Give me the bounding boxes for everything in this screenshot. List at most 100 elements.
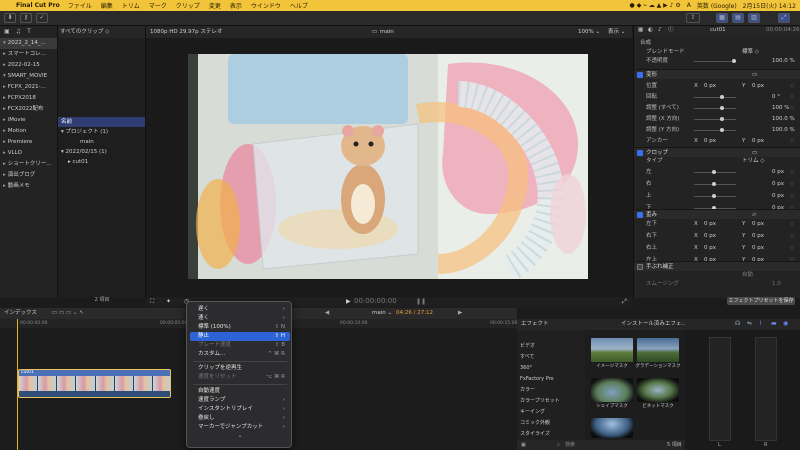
- stabilize-checkbox[interactable]: [637, 264, 643, 270]
- blend-mode-select[interactable]: 標準 ◇: [742, 48, 759, 57]
- menu-view[interactable]: 表示: [230, 1, 242, 10]
- browser-row-date[interactable]: ▾ 2022/02/15 (1): [58, 147, 145, 157]
- disclosure-icon[interactable]: ▸: [3, 161, 6, 167]
- library-item[interactable]: ▸ Motion: [0, 126, 57, 137]
- library-item[interactable]: ▾ SMART_MOVIE: [0, 71, 57, 82]
- effect-thumb-gradient-mask[interactable]: [637, 338, 679, 362]
- menu-help[interactable]: ヘルプ: [290, 1, 308, 10]
- ime-indicator[interactable]: A: [687, 2, 691, 9]
- crop-section[interactable]: クロップ ▭: [634, 147, 800, 157]
- row-value[interactable]: 0 px: [772, 192, 784, 201]
- distort-overlay-icon[interactable]: ▱: [752, 210, 756, 220]
- disclosure-icon[interactable]: ▸: [3, 128, 6, 134]
- library-tab-icon[interactable]: ▣: [4, 28, 10, 36]
- fullscreen-icon[interactable]: ⤢: [778, 13, 790, 23]
- transform-overlay-icon[interactable]: ▭: [752, 70, 757, 80]
- library-item[interactable]: ▸ FCX2022配布: [0, 104, 57, 115]
- row-slider[interactable]: [694, 117, 736, 121]
- effects-category[interactable]: コミック外観: [517, 418, 585, 429]
- sidebar-toggle-icon[interactable]: ▣: [521, 440, 526, 450]
- keyframe-icon[interactable]: ◇: [790, 244, 794, 253]
- library-item[interactable]: ▾ 2022_2_14_...: [0, 38, 57, 49]
- solo-icon[interactable]: ◉: [783, 320, 788, 327]
- clip-filter[interactable]: すべてのクリップ ◇: [58, 26, 145, 38]
- save-effects-preset-button[interactable]: エフェクトプリセットを保存: [727, 297, 795, 305]
- effects-filter-select[interactable]: インストール済みエフェ... ⌄: [621, 319, 693, 330]
- effect-thumb-image-mask[interactable]: [591, 338, 633, 362]
- app-menu[interactable]: Final Cut Pro: [16, 2, 60, 9]
- x-value[interactable]: 0 px: [704, 82, 716, 91]
- disclosure-icon[interactable]: ▸: [3, 172, 6, 178]
- playhead[interactable]: [17, 319, 18, 450]
- row-slider[interactable]: [694, 128, 736, 132]
- y-value[interactable]: 0 px: [752, 82, 764, 91]
- disclosure-icon[interactable]: ▾: [3, 73, 6, 79]
- disclosure-icon[interactable]: ▸: [3, 51, 6, 57]
- menu-item[interactable]: 標準 (100%) ⇧ N: [190, 323, 290, 332]
- row-slider[interactable]: [694, 194, 736, 198]
- y-value[interactable]: 0 px: [752, 220, 764, 229]
- show-browser-icon[interactable]: ▦: [716, 13, 728, 23]
- audio-tab-icon[interactable]: ♪: [658, 26, 662, 35]
- stabilize-method[interactable]: 自動: [742, 271, 753, 280]
- row-slider[interactable]: [694, 182, 736, 186]
- timeline-index-button[interactable]: インデックス: [4, 308, 37, 319]
- menu-window[interactable]: ウインドウ: [251, 1, 281, 10]
- menu-clip[interactable]: クリップ: [176, 1, 200, 10]
- transform-tool-icon[interactable]: ⛶: [150, 298, 154, 306]
- library-item[interactable]: ▸ Premiere: [0, 137, 57, 148]
- fullscreen-viewer-icon[interactable]: ⤢: [622, 298, 627, 306]
- clip-skimming-icon[interactable]: ▬: [771, 320, 777, 327]
- menu-item[interactable]: 速く ›: [190, 314, 290, 323]
- y-value[interactable]: 0 px: [752, 137, 764, 146]
- keyframe-icon[interactable]: ◇: [790, 180, 794, 189]
- x-value[interactable]: 0 px: [704, 220, 716, 229]
- transform-checkbox[interactable]: [637, 72, 643, 78]
- effects-search-input[interactable]: 検索: [565, 440, 575, 450]
- disclosure-icon[interactable]: ▸: [3, 106, 6, 112]
- browser-row-cut01[interactable]: ▸ cut01: [58, 157, 145, 167]
- library-item[interactable]: ▸ スマートコレ...: [0, 49, 57, 60]
- distort-section[interactable]: 歪み ▱: [634, 209, 800, 219]
- x-value[interactable]: 0 px: [704, 244, 716, 253]
- menu-item[interactable]: 遅く ›: [190, 305, 290, 314]
- column-name-header[interactable]: 名前: [58, 117, 145, 127]
- crop-type-select[interactable]: トリム ◇: [742, 157, 764, 166]
- menu-trim[interactable]: トリム: [122, 1, 140, 10]
- menu-item[interactable]: 自動速度: [190, 387, 290, 396]
- keyframe-icon[interactable]: ◇: [790, 93, 794, 102]
- effects-category[interactable]: FxFactory Pro: [517, 374, 585, 385]
- row-value[interactable]: 0 px: [772, 168, 784, 177]
- menu-item[interactable]: クリップを逆再生: [190, 364, 290, 373]
- effects-category[interactable]: ビデオ: [517, 341, 585, 352]
- zoom-select[interactable]: 100% ⌄: [578, 26, 600, 38]
- info-tab-icon[interactable]: ⓘ: [668, 26, 674, 35]
- headphones-icon[interactable]: ☊: [735, 320, 740, 327]
- disclosure-icon[interactable]: ▸: [3, 95, 6, 101]
- keyframe-icon[interactable]: ◇: [790, 137, 794, 146]
- keyframe-icon[interactable]: ◇: [790, 220, 794, 229]
- menu-item[interactable]: マーカーでジャンプカット ›: [190, 423, 290, 432]
- clock[interactable]: 2月15日(火) 14:12: [743, 1, 796, 10]
- menu-scroll-down-icon[interactable]: ⌄: [187, 433, 293, 439]
- share-icon[interactable]: ⇪: [686, 13, 700, 23]
- back-icon[interactable]: ◀: [325, 308, 329, 319]
- input-source[interactable]: 英数 (Google): [697, 1, 737, 10]
- snapping-icon[interactable]: ⇋: [747, 320, 752, 327]
- effect-thumb-vignette-mask[interactable]: [637, 378, 679, 402]
- effects-category[interactable]: カラープリセット: [517, 396, 585, 407]
- opacity-slider[interactable]: [694, 59, 736, 63]
- y-value[interactable]: 0 px: [752, 244, 764, 253]
- row-value[interactable]: 100 %: [772, 104, 789, 113]
- library-item[interactable]: ▸ FCPX2018: [0, 93, 57, 104]
- show-timeline-icon[interactable]: ▤: [732, 13, 744, 23]
- effect-thumb-shape-mask[interactable]: [591, 378, 633, 402]
- effects-category[interactable]: カラー: [517, 385, 585, 396]
- keyframe-icon[interactable]: ◇: [790, 82, 794, 91]
- menu-item[interactable]: カスタム... ^ ⌘ R: [190, 350, 290, 359]
- status-icons[interactable]: ● ◆ ⌁ ☁ ▲ ▶ ♪ ⚙: [630, 2, 681, 9]
- browser-row-main[interactable]: main: [58, 137, 145, 147]
- library-item[interactable]: ▸ VLLO: [0, 148, 57, 159]
- disclosure-icon[interactable]: ▸: [3, 150, 6, 156]
- video-tab-icon[interactable]: ▦: [638, 26, 643, 35]
